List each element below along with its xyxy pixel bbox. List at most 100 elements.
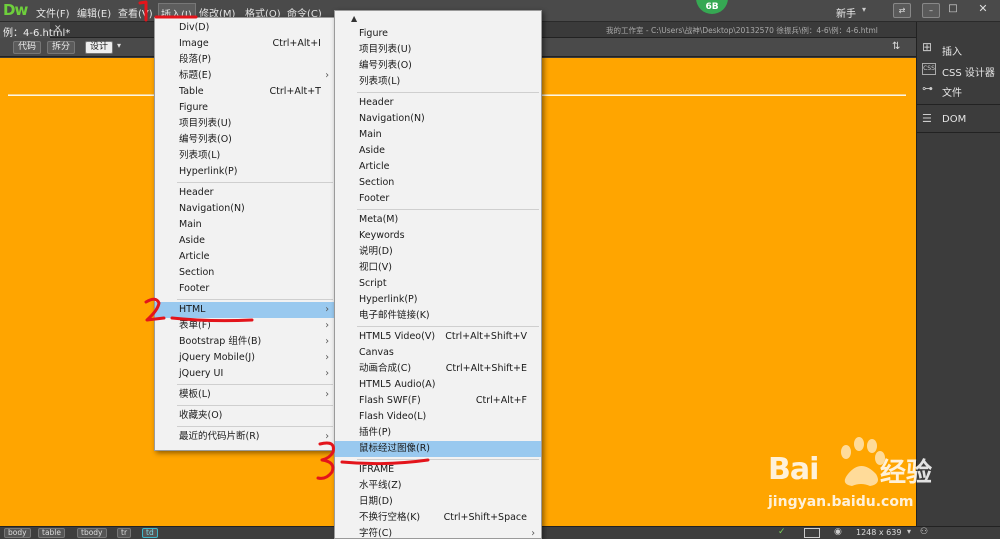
insert-menu-item-table[interactable]: Table Ctrl+Alt+T bbox=[155, 84, 335, 100]
code-view-button[interactable]: 代码 bbox=[13, 41, 42, 54]
html-submenu-item-v[interactable]: 视口(V) bbox=[335, 260, 541, 276]
scroll-up-icon[interactable]: ▲ bbox=[351, 14, 357, 23]
menu-item-shortcut: Ctrl+Alt+T bbox=[269, 86, 322, 97]
panel-dom[interactable]: DOM bbox=[942, 114, 966, 125]
window-size[interactable]: 1248 x 639 bbox=[856, 528, 901, 537]
menu-item-label: 列表项(L) bbox=[359, 76, 401, 87]
tag-selector-tr[interactable]: tr bbox=[117, 528, 132, 538]
insert-menu-item-r[interactable]: 最近的代码片断(R) › bbox=[155, 429, 335, 445]
html-submenu-item-d[interactable]: 日期(D) bbox=[335, 494, 541, 510]
insert-menu-item-article[interactable]: Article bbox=[155, 249, 335, 265]
menu-item-shortcut: Ctrl+Alt+Shift+E bbox=[445, 363, 527, 374]
tag-selector-body[interactable]: body bbox=[4, 528, 31, 538]
menu-separator bbox=[357, 92, 539, 93]
html-submenu-item-header[interactable]: Header bbox=[335, 95, 541, 111]
tag-selector-td[interactable]: td bbox=[142, 528, 158, 538]
html-submenu-item-k[interactable]: 不换行空格(K) Ctrl+Shift+Space bbox=[335, 510, 541, 526]
minimize-icon[interactable]: – bbox=[922, 3, 940, 18]
insert-menu-item-jquery-mobile-j[interactable]: jQuery Mobile(J) › bbox=[155, 350, 335, 366]
html-submenu-item-c[interactable]: 动画合成(C) Ctrl+Alt+Shift+E bbox=[335, 361, 541, 377]
menu-item-label: Main bbox=[359, 129, 382, 140]
menu-item-shortcut: Ctrl+Alt+I bbox=[272, 38, 322, 49]
insert-menu-item-footer[interactable]: Footer bbox=[155, 281, 335, 297]
html-submenu-item-navigation-n[interactable]: Navigation(N) bbox=[335, 111, 541, 127]
insert-menu-item-p[interactable]: 段落(P) bbox=[155, 52, 335, 68]
watermark-brand: Bai bbox=[768, 452, 819, 487]
menu-separator bbox=[177, 182, 333, 183]
html-submenu-item-meta-m[interactable]: Meta(M) bbox=[335, 212, 541, 228]
insert-menu-item-html[interactable]: HTML › bbox=[155, 302, 335, 318]
menu-view[interactable]: 查看(V) bbox=[118, 5, 153, 20]
insert-menu-item-f[interactable]: 表单(F) › bbox=[155, 318, 335, 334]
insert-menu-item-header[interactable]: Header bbox=[155, 185, 335, 201]
html-submenu-item-z[interactable]: 水平线(Z) bbox=[335, 478, 541, 494]
insert-menu-item-l[interactable]: 模板(L) › bbox=[155, 387, 335, 403]
html-submenu-item-o[interactable]: 编号列表(O) bbox=[335, 58, 541, 74]
html-submenu-item-html5-video-v[interactable]: HTML5 Video(V) Ctrl+Alt+Shift+V bbox=[335, 329, 541, 345]
html-submenu-item-footer[interactable]: Footer bbox=[335, 191, 541, 207]
insert-panel-icon: ⊞ bbox=[922, 40, 933, 54]
html-submenu-item-article[interactable]: Article bbox=[335, 159, 541, 175]
window-size-icon[interactable] bbox=[804, 528, 820, 538]
chevron-down-icon[interactable]: ▾ bbox=[862, 5, 866, 14]
chevron-down-icon[interactable]: ▾ bbox=[907, 527, 911, 536]
insert-menu-item-l[interactable]: 列表项(L) bbox=[155, 148, 335, 164]
insert-menu-item-div-d[interactable]: Div(D) bbox=[155, 20, 335, 36]
html-submenu-item-html5-audio-a[interactable]: HTML5 Audio(A) bbox=[335, 377, 541, 393]
panel-files[interactable]: 文件 bbox=[942, 84, 962, 99]
close-icon[interactable]: ✕ bbox=[970, 2, 996, 18]
close-tab-icon[interactable]: ✕ bbox=[54, 24, 62, 34]
insert-menu-item-bootstrap-b[interactable]: Bootstrap 组件(B) › bbox=[155, 334, 335, 350]
html-submenu-item-u[interactable]: 项目列表(U) bbox=[335, 42, 541, 58]
menu-item-label: 说明(D) bbox=[359, 246, 393, 257]
insert-menu-item-o[interactable]: 编号列表(O) bbox=[155, 132, 335, 148]
insert-menu-item-navigation-n[interactable]: Navigation(N) bbox=[155, 201, 335, 217]
html-submenu-item-aside[interactable]: Aside bbox=[335, 143, 541, 159]
design-view-button[interactable]: 设计 bbox=[85, 41, 114, 54]
html-submenu-item-figure[interactable]: Figure bbox=[335, 26, 541, 42]
menu-item-label: 收藏夹(O) bbox=[179, 410, 223, 421]
html-submenu-item-flash-video-l[interactable]: Flash Video(L) bbox=[335, 409, 541, 425]
submenu-arrow-icon: › bbox=[325, 70, 329, 81]
document-tab[interactable]: 例：4-6.html* bbox=[0, 22, 70, 39]
workspace-switcher[interactable]: 新手 bbox=[836, 5, 856, 20]
menu-edit[interactable]: 编辑(E) bbox=[77, 5, 111, 20]
insert-menu-item-jquery-ui[interactable]: jQuery UI › bbox=[155, 366, 335, 382]
html-submenu-item-main[interactable]: Main bbox=[335, 127, 541, 143]
maximize-icon[interactable]: □ bbox=[944, 3, 962, 18]
chevron-down-icon[interactable]: ▾ bbox=[117, 41, 121, 50]
menu-file[interactable]: 文件(F) bbox=[36, 5, 70, 20]
html-submenu-item-r[interactable]: 鼠标经过图像(R) bbox=[335, 441, 541, 457]
html-submenu-item-keywords[interactable]: Keywords bbox=[335, 228, 541, 244]
html-submenu-item-c[interactable]: 字符(C) › bbox=[335, 526, 541, 539]
globe-icon[interactable]: ◉ bbox=[834, 527, 842, 537]
sync-icon[interactable]: ⇄ bbox=[893, 3, 911, 18]
insert-menu-item-main[interactable]: Main bbox=[155, 217, 335, 233]
tag-selector-tbody[interactable]: tbody bbox=[77, 528, 107, 538]
html-submenu-item-k[interactable]: 电子邮件链接(K) bbox=[335, 308, 541, 324]
html-submenu-item-flash-swf-f[interactable]: Flash SWF(F) Ctrl+Alt+F bbox=[335, 393, 541, 409]
submenu-arrow-icon: › bbox=[325, 389, 329, 400]
html-submenu-item-p[interactable]: 插件(P) bbox=[335, 425, 541, 441]
insert-menu-item-aside[interactable]: Aside bbox=[155, 233, 335, 249]
html-submenu-item-section[interactable]: Section bbox=[335, 175, 541, 191]
insert-menu-item-figure[interactable]: Figure bbox=[155, 100, 335, 116]
html-submenu-item-iframe[interactable]: IFRAME bbox=[335, 462, 541, 478]
panel-css-designer[interactable]: CSS 设计器 bbox=[942, 64, 995, 79]
insert-menu-item-image[interactable]: Image Ctrl+Alt+I bbox=[155, 36, 335, 52]
tag-selector-table[interactable]: table bbox=[38, 528, 65, 538]
menu-item-label: 动画合成(C) bbox=[359, 363, 412, 374]
insert-menu-item-e[interactable]: 标题(E) › bbox=[155, 68, 335, 84]
split-view-button[interactable]: 拆分 bbox=[47, 41, 76, 54]
insert-menu-item-hyperlink-p[interactable]: Hyperlink(P) bbox=[155, 164, 335, 180]
sort-icon[interactable]: ⇅ bbox=[892, 41, 900, 52]
html-submenu-item-script[interactable]: Script bbox=[335, 276, 541, 292]
insert-menu-item-section[interactable]: Section bbox=[155, 265, 335, 281]
insert-menu-item-o[interactable]: 收藏夹(O) bbox=[155, 408, 335, 424]
panel-insert[interactable]: 插入 bbox=[942, 43, 962, 58]
html-submenu-item-l[interactable]: 列表项(L) bbox=[335, 74, 541, 90]
html-submenu-item-d[interactable]: 说明(D) bbox=[335, 244, 541, 260]
insert-menu-item-u[interactable]: 项目列表(U) bbox=[155, 116, 335, 132]
html-submenu-item-canvas[interactable]: Canvas bbox=[335, 345, 541, 361]
html-submenu-item-hyperlink-p[interactable]: Hyperlink(P) bbox=[335, 292, 541, 308]
